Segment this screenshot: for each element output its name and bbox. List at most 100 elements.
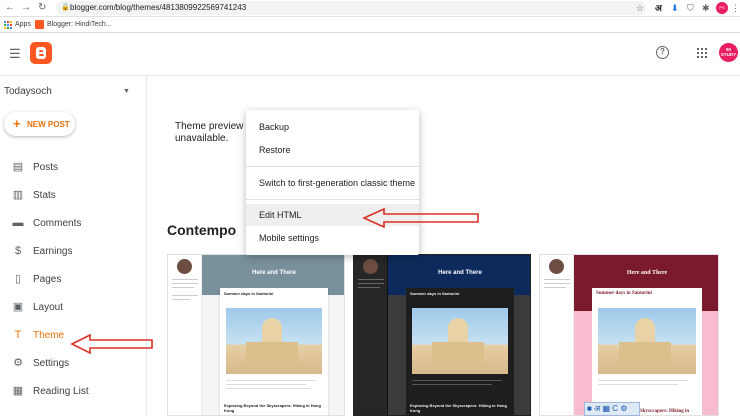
star-icon[interactable]: ☆ — [636, 2, 644, 14]
pages-icon: ▯ — [14, 273, 22, 285]
earnings-icon: $ — [14, 245, 22, 257]
hindi-input-icon[interactable]: अ — [655, 2, 662, 14]
preview-avatar — [363, 259, 378, 274]
sidebar-item-pages[interactable]: ▯ Pages — [0, 267, 146, 295]
input-method-toolbar[interactable]: ■ अ ▦ C ⚙ — [584, 402, 640, 416]
google-apps-icon[interactable] — [697, 48, 707, 58]
theme-name: Contempo — [167, 222, 237, 238]
new-post-button[interactable]: + NEW POST — [4, 112, 75, 136]
preview-next-post: Exploring Beyond the Skyscrapers: Hiking… — [406, 403, 514, 413]
lock-icon: 🔒 — [61, 4, 70, 11]
bookmarks-bar: Apps Blogger: HindiTech... — [0, 17, 740, 33]
annotation-arrow-edit-html — [362, 207, 479, 229]
preview-post-image — [412, 308, 508, 374]
blog-selector-caret-icon[interactable]: ▼ — [123, 87, 130, 97]
preview-post-title: Summer days in Santorini — [596, 291, 652, 296]
preview-sidebar — [540, 255, 574, 415]
menu-divider — [246, 199, 419, 200]
preview-next-post: Skyscrapers: Hiking in — [638, 409, 702, 415]
extensions-puzzle-icon[interactable]: ✱ — [702, 2, 710, 14]
sidebar-item-label: Reading List — [33, 386, 89, 397]
browser-menu-icon[interactable]: ⋮ — [731, 2, 740, 14]
annotation-arrow-theme — [70, 333, 153, 355]
blogger-logo[interactable] — [30, 42, 52, 64]
theme-preview-dark[interactable]: Here and There Summer days in Santorini … — [353, 254, 531, 416]
settings-gear-icon[interactable]: ⚙ — [620, 404, 627, 413]
url-bar[interactable]: 🔒 blogger.com/blog/themes/48138099225697… — [56, 1, 646, 15]
sidebar-item-layout[interactable]: ▣ Layout — [0, 295, 146, 323]
preview-post-card: Summer days in Santorini — [220, 288, 328, 415]
menu-item-backup[interactable]: Backup — [246, 116, 419, 138]
sidebar-item-reading-list[interactable]: ▦ Reading List — [0, 379, 146, 407]
header-divider — [0, 75, 740, 76]
sidebar-item-stats[interactable]: ▥ Stats — [0, 183, 146, 211]
keyboard-icon[interactable]: ▦ — [602, 404, 610, 413]
bookmark-blogger[interactable]: Blogger: HindiTech... — [47, 21, 112, 29]
settings-icon: ⚙ — [13, 357, 23, 369]
mode-icon[interactable]: C — [612, 404, 618, 413]
sidebar-item-posts[interactable]: ▤ Posts — [0, 155, 146, 183]
blog-selector[interactable]: Todaysoch — [4, 86, 52, 98]
blogger-favicon-icon — [35, 20, 44, 29]
preview-sidebar — [354, 255, 388, 415]
reload-icon[interactable]: ↻ — [38, 2, 46, 14]
help-icon[interactable]: ? — [656, 46, 669, 59]
preview-title: Here and There — [252, 270, 296, 276]
apps-grid-icon — [4, 21, 12, 29]
url-text: blogger.com/blog/themes/4813809922569741… — [70, 3, 247, 12]
new-post-label: NEW POST — [27, 120, 70, 129]
posts-icon: ▤ — [12, 161, 24, 173]
reading-list-icon: ▦ — [12, 385, 24, 397]
preview-next-post: Exploring Beyond the Skyscrapers: Hiking… — [220, 403, 328, 413]
browser-toolbar: ← → ↻ 🔒 blogger.com/blog/themes/48138099… — [0, 0, 740, 17]
menu-item-mobile-settings[interactable]: Mobile settings — [246, 227, 419, 249]
bookmark-apps[interactable]: Apps — [15, 21, 31, 29]
stats-icon: ▥ — [12, 189, 24, 201]
sidebar-item-label: Posts — [33, 162, 59, 173]
menu-divider — [246, 166, 419, 167]
language-icon[interactable]: ■ — [585, 404, 592, 413]
sidebar-item-label: Settings — [33, 358, 70, 369]
preview-avatar — [177, 259, 192, 274]
account-avatar[interactable]: 90 STUDY — [719, 43, 738, 62]
comments-icon: ▬ — [12, 217, 24, 229]
layout-icon: ▣ — [12, 301, 24, 313]
sidebar-item-label: Earnings — [33, 246, 73, 257]
blogger-b-icon — [36, 47, 46, 59]
sidebar-item-label: Layout — [33, 302, 64, 313]
sidebar-item-label: Pages — [33, 274, 62, 285]
theme-preview-pink[interactable]: Here and There Summer days in Santorini … — [539, 254, 719, 416]
theme-actions-menu: Backup Restore Switch to first-generatio… — [246, 110, 419, 255]
theme-icon: T — [14, 329, 22, 341]
preview-avatar — [549, 259, 564, 274]
browser-profile-avatar[interactable]: PS — [716, 2, 728, 14]
sidebar-item-label: Theme — [33, 330, 65, 341]
menu-item-switch-classic[interactable]: Switch to first-generation classic theme — [246, 172, 419, 194]
sidebar-item-earnings[interactable]: $ Earnings — [0, 239, 146, 267]
preview-post-card: Summer days in Santorini — [592, 288, 702, 415]
sidebar-divider — [146, 76, 147, 416]
menu-item-restore[interactable]: Restore — [246, 139, 419, 161]
sidebar-item-label: Stats — [33, 190, 56, 201]
theme-preview-light[interactable]: Here and There Summer days in Santorini … — [167, 254, 345, 416]
preview-title: Here and There — [626, 270, 668, 276]
plus-icon: + — [13, 116, 21, 131]
back-icon[interactable]: ← — [5, 2, 15, 14]
forward-icon[interactable]: → — [21, 2, 31, 14]
app-header: ☰ ? 90 STUDY — [0, 33, 740, 75]
shield-icon[interactable]: ⛉ — [687, 2, 694, 14]
hamburger-menu-icon[interactable]: ☰ — [9, 47, 21, 61]
preview-sidebar — [168, 255, 202, 415]
preview-post-card: Summer days in Santorini — [406, 288, 514, 415]
preview-post-image — [598, 308, 696, 374]
preview-post-image — [226, 308, 322, 374]
preview-title: Here and There — [438, 270, 482, 276]
preview-post-title: Summer days in Santorini — [410, 291, 460, 296]
hindi-script-icon[interactable]: अ — [594, 404, 600, 413]
sidebar-item-label: Comments — [33, 218, 82, 229]
preview-post-title: Summer days in Santorini — [224, 291, 274, 296]
sidebar-item-comments[interactable]: ▬ Comments — [0, 211, 146, 239]
sidebar-item-settings[interactable]: ⚙ Settings — [0, 351, 146, 379]
extension-user-icon[interactable]: ⬇ — [671, 2, 679, 14]
preview-unavailable-message-line2: unavailable. — [175, 133, 229, 144]
